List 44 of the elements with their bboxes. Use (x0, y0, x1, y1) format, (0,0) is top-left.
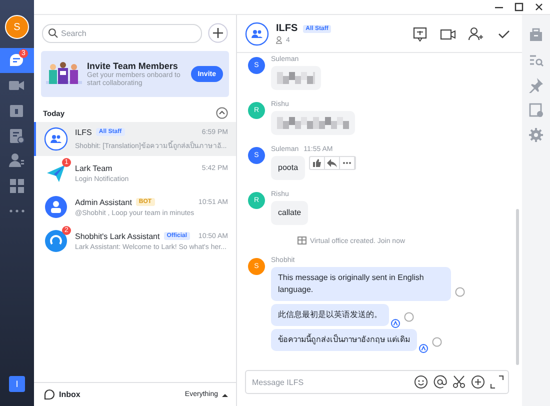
banner-title: Invite Team Members (87, 60, 179, 70)
search-field[interactable]: Search (42, 24, 202, 42)
conversation-name: Admin Assistant (75, 198, 132, 206)
conversation-name: ILFS (75, 128, 92, 136)
maximize-icon[interactable] (514, 2, 524, 12)
document-icon[interactable] (8, 126, 26, 144)
message-input[interactable]: Message ILFS (245, 370, 509, 394)
read-status-icon (455, 287, 465, 297)
chat-title: ILFS (276, 23, 298, 34)
more-icon[interactable] (340, 157, 356, 169)
conversation-name: Lark Team (75, 164, 112, 172)
add-icon[interactable] (471, 375, 485, 389)
person-avatar-icon (44, 195, 68, 219)
message-bubble: callate (271, 201, 308, 225)
group-avatar-icon (44, 127, 68, 151)
search-icon (48, 28, 58, 38)
contacts-icon[interactable] (8, 152, 26, 170)
read-status-icon (404, 312, 414, 322)
people-illustration (46, 61, 82, 87)
mention-icon[interactable] (433, 375, 447, 389)
emoji-icon[interactable] (414, 375, 428, 389)
speech-bubble-icon (44, 389, 55, 400)
members-icon (276, 36, 284, 44)
apps-icon[interactable] (8, 176, 26, 194)
expand-icon[interactable] (490, 375, 504, 389)
inbox-label[interactable]: Inbox (59, 390, 80, 399)
conversation-name: Shobhit's Lark Assistant (75, 232, 160, 240)
message-bubble: 此信息最初是以英语发送的。 (271, 304, 389, 326)
collapse-icon[interactable] (216, 107, 228, 119)
message-bubble: poota (271, 156, 306, 180)
thumbs-up-icon[interactable] (310, 157, 326, 169)
caret-icon[interactable] (222, 392, 228, 398)
message-bubble: ข้อความนี้ถูกส่งเป็นภาษาอังกฤษ แต่เดิม (271, 329, 418, 351)
reply-icon[interactable] (325, 157, 340, 169)
translate-icon[interactable] (412, 26, 428, 42)
close-icon[interactable] (534, 2, 544, 12)
group-avatar-icon (245, 22, 269, 46)
message-bubble: This message is originally sent in English language. (271, 267, 451, 301)
add-member-icon[interactable] (468, 26, 484, 42)
assistant-avatar-icon (44, 229, 68, 253)
workspace-button[interactable]: I (9, 376, 25, 392)
office-icon (296, 236, 307, 246)
read-status-icon (432, 337, 442, 347)
scissors-icon[interactable] (452, 375, 466, 389)
